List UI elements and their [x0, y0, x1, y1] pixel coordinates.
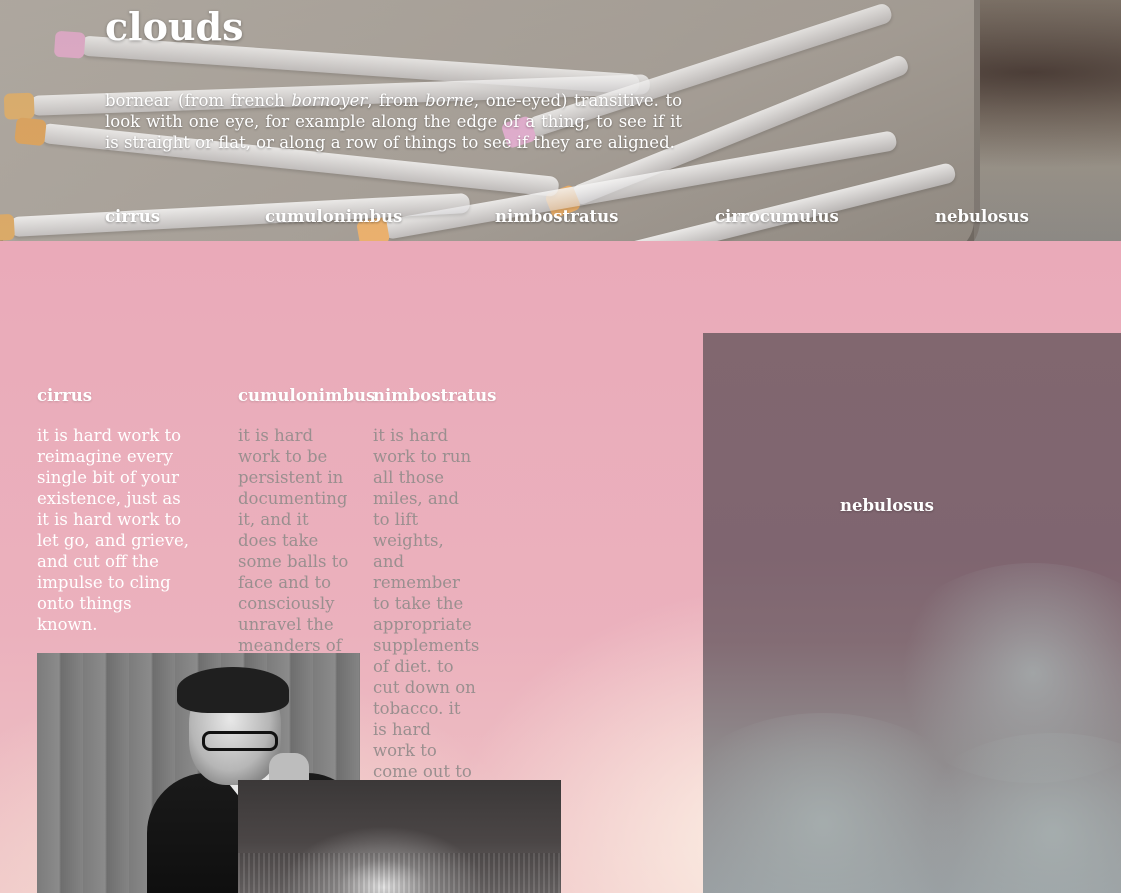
dark-landscape-photo	[238, 780, 561, 893]
photo-glasses-shape	[202, 731, 278, 751]
definition-italic: bornoyer	[291, 91, 368, 110]
nav-link-cumulonimbus[interactable]: cumulonimbus	[265, 207, 402, 226]
cirrus-heading: cirrus	[37, 386, 92, 405]
definition-part: , from	[367, 91, 426, 110]
cumulonimbus-text: it is hard work to be persistent in docu…	[238, 426, 349, 676]
cirrus-text: it is hard work to reimagine every singl…	[37, 426, 189, 634]
nebulosus-heading[interactable]: nebulosus	[840, 496, 934, 515]
definition-text: bornear (from french bornoyer, from born…	[105, 90, 682, 153]
nav-link-cirrus[interactable]: cirrus	[105, 207, 160, 226]
nav-link-nebulosus[interactable]: nebulosus	[935, 207, 1029, 226]
cumulonimbus-heading: cumulonimbus	[238, 386, 376, 405]
definition-italic: borne	[425, 91, 474, 110]
nav-link-cirrocumulus[interactable]: cirrocumulus	[715, 207, 839, 226]
nimbostratus-text: it is hard work to run all those miles, …	[373, 426, 480, 802]
nebulosus-panel[interactable]	[703, 333, 1121, 893]
nav-link-nimbostratus[interactable]: nimbostratus	[495, 207, 618, 226]
hero-header: clouds bornear (from french bornoyer, fr…	[0, 0, 1121, 241]
photo-hair-shape	[177, 667, 289, 713]
site-title: clouds	[105, 4, 244, 49]
nimbostratus-heading: nimbostratus	[373, 386, 497, 405]
definition-part: bornear (from french	[105, 91, 292, 110]
